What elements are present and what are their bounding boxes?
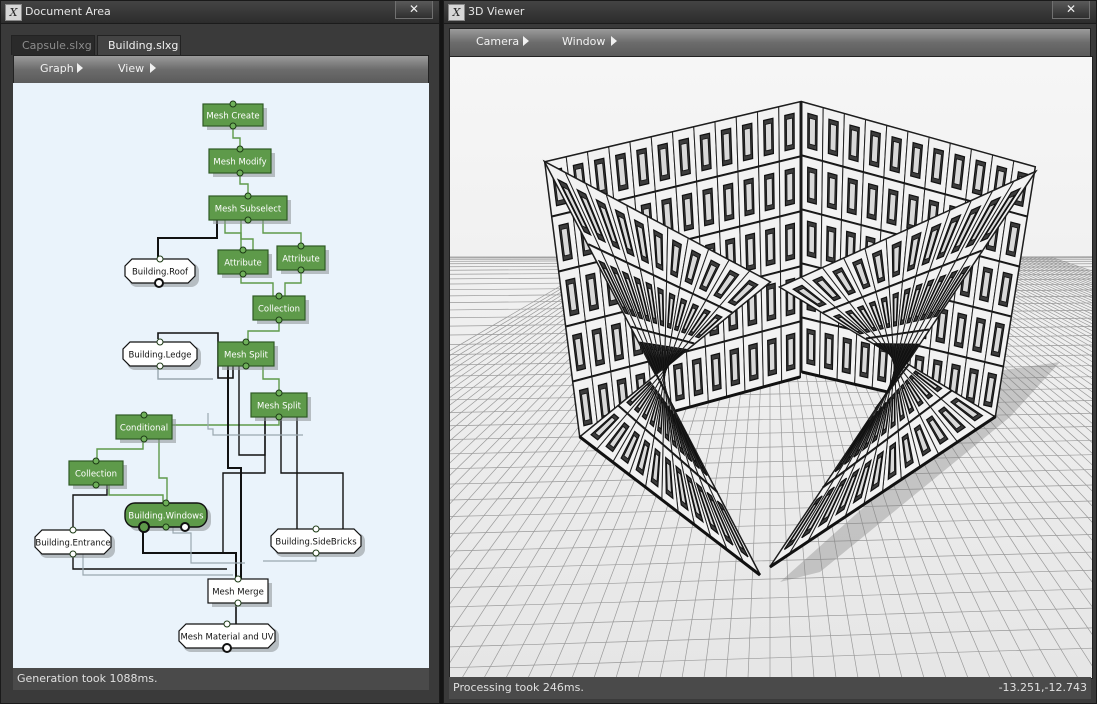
menu-camera-arrow-icon[interactable] xyxy=(523,36,529,46)
document-area-panel: X Document Area ✕ Capsule.slxg Building.… xyxy=(0,0,440,704)
graph-node-collection-1[interactable]: Collection xyxy=(252,292,309,324)
cursor-coordinates: -13.251,-12.743 xyxy=(998,681,1087,694)
processing-status: Processing took 246ms. xyxy=(453,681,584,694)
graph-node-mesh-split-1[interactable]: Mesh Split xyxy=(217,338,278,370)
menu-view[interactable]: View xyxy=(118,62,144,75)
graph-node-label: Building.Entrance xyxy=(35,539,110,549)
output-port[interactable] xyxy=(236,169,244,177)
graph-node-label: Mesh Split xyxy=(257,402,302,412)
input-port[interactable] xyxy=(229,100,237,108)
output-port[interactable] xyxy=(222,643,232,653)
input-port[interactable] xyxy=(223,620,231,628)
app-logo-icon: X xyxy=(5,4,22,21)
input-port[interactable] xyxy=(275,292,283,300)
graph-node-label: Collection xyxy=(75,470,117,480)
output-port[interactable] xyxy=(242,362,250,370)
graph-node-label: Conditional xyxy=(120,424,168,434)
graph-node-attribute-2[interactable]: Attribute xyxy=(276,242,329,274)
graph-node-building-ledge[interactable]: Building.Ledge xyxy=(122,338,201,370)
3d-viewer-panel: X 3D Viewer ✕ Camera Window Processing t… xyxy=(443,0,1097,704)
output-port[interactable] xyxy=(162,523,170,531)
node-graph: Mesh Create Mesh Modify Mesh Subselect Attr… xyxy=(34,100,365,653)
input-port[interactable] xyxy=(244,192,252,200)
graph-node-label: Building.Roof xyxy=(132,268,189,278)
graph-node-label: Mesh Subselect xyxy=(215,205,282,215)
input-port[interactable] xyxy=(297,242,305,250)
graph-node-label: Mesh Merge xyxy=(212,588,264,598)
output-port[interactable] xyxy=(297,266,305,274)
menu-window-arrow-icon[interactable] xyxy=(611,36,617,46)
graph-menubar: Graph View xyxy=(13,55,429,84)
graph-node-mesh-create[interactable]: Mesh Create xyxy=(202,100,267,130)
graph-node-collection-2[interactable]: Collection xyxy=(68,457,127,489)
menu-view-arrow-icon[interactable] xyxy=(150,63,156,73)
input-port[interactable] xyxy=(234,575,242,583)
graph-node-building-windows[interactable]: Building.Windows xyxy=(124,499,211,531)
panel-title: 3D Viewer xyxy=(468,5,525,18)
graph-node-mesh-modify[interactable]: Mesh Modify xyxy=(208,145,275,177)
output-port[interactable] xyxy=(156,362,164,370)
output-port[interactable] xyxy=(154,278,164,288)
output-port[interactable] xyxy=(92,481,100,489)
node-graph-canvas[interactable]: Mesh Create Mesh Modify Mesh Subselect Attr… xyxy=(13,83,429,668)
input-port[interactable] xyxy=(239,246,247,254)
graph-node-mesh-subselect[interactable]: Mesh Subselect xyxy=(208,192,291,224)
input-port[interactable] xyxy=(242,338,250,346)
output-port[interactable] xyxy=(239,270,247,278)
output-port[interactable] xyxy=(275,413,283,421)
output-port[interactable] xyxy=(275,316,283,324)
building-3d-render xyxy=(450,57,1092,678)
output-port[interactable] xyxy=(234,599,242,607)
graph-node-label: Mesh Create xyxy=(206,112,259,122)
graph-node-mesh-split-2[interactable]: Mesh Split xyxy=(250,389,311,421)
output-port[interactable] xyxy=(180,522,190,532)
input-port[interactable] xyxy=(162,499,170,507)
tab-capsule[interactable]: Capsule.slxg xyxy=(11,35,95,55)
input-port[interactable] xyxy=(156,255,164,263)
output-port[interactable] xyxy=(229,122,237,130)
output-port[interactable] xyxy=(140,435,148,443)
menu-graph[interactable]: Graph xyxy=(40,62,74,75)
graph-node-label: Attribute xyxy=(282,255,320,265)
graph-node-label: Attribute xyxy=(224,259,262,269)
graph-node-attribute-1[interactable]: Attribute xyxy=(217,246,272,278)
graph-node-conditional[interactable]: Conditional xyxy=(115,411,176,443)
input-port[interactable] xyxy=(92,457,100,465)
viewer-menubar: Camera Window xyxy=(449,28,1091,57)
graph-node-mesh-merge[interactable]: Mesh Merge xyxy=(207,575,272,607)
input-port[interactable] xyxy=(236,145,244,153)
3d-viewer-titlebar: X 3D Viewer ✕ xyxy=(444,1,1096,24)
graph-node-label: Building.Windows xyxy=(128,512,204,522)
generation-status: Generation took 1088ms. xyxy=(17,672,158,685)
output-port[interactable] xyxy=(69,550,77,558)
graph-node-building-entrance[interactable]: Building.Entrance xyxy=(34,526,115,558)
document-area-titlebar: X Document Area ✕ xyxy=(1,1,439,24)
input-port[interactable] xyxy=(140,411,148,419)
output-port[interactable] xyxy=(244,216,252,224)
close-button[interactable]: ✕ xyxy=(1052,1,1090,19)
graph-node-label: Mesh Material and UV xyxy=(180,633,273,643)
menu-graph-arrow-icon[interactable] xyxy=(77,63,83,73)
output-port[interactable] xyxy=(312,549,320,557)
output-port[interactable] xyxy=(138,521,150,533)
tab-building[interactable]: Building.slxg xyxy=(97,35,181,55)
input-port[interactable] xyxy=(275,389,283,397)
menu-camera[interactable]: Camera xyxy=(476,35,519,48)
graph-node-label: Mesh Split xyxy=(224,351,269,361)
3d-viewport[interactable] xyxy=(449,56,1093,679)
viewer-statusbar: Processing took 246ms. -13.251,-12.743 xyxy=(449,677,1091,699)
graph-node-label: Collection xyxy=(258,305,300,315)
app-logo-icon: X xyxy=(448,4,465,21)
graph-node-label: Building.Ledge xyxy=(128,351,191,361)
graph-node-label: Building.SideBricks xyxy=(275,538,357,548)
panel-title: Document Area xyxy=(25,5,111,18)
document-statusbar: Generation took 1088ms. xyxy=(13,668,429,690)
menu-window[interactable]: Window xyxy=(562,35,605,48)
input-port[interactable] xyxy=(312,525,320,533)
graph-node-label: Mesh Modify xyxy=(213,158,266,168)
input-port[interactable] xyxy=(69,526,77,534)
graph-node-building-sidebricks[interactable]: Building.SideBricks xyxy=(270,525,365,557)
input-port[interactable] xyxy=(156,338,164,346)
close-button[interactable]: ✕ xyxy=(395,1,433,19)
